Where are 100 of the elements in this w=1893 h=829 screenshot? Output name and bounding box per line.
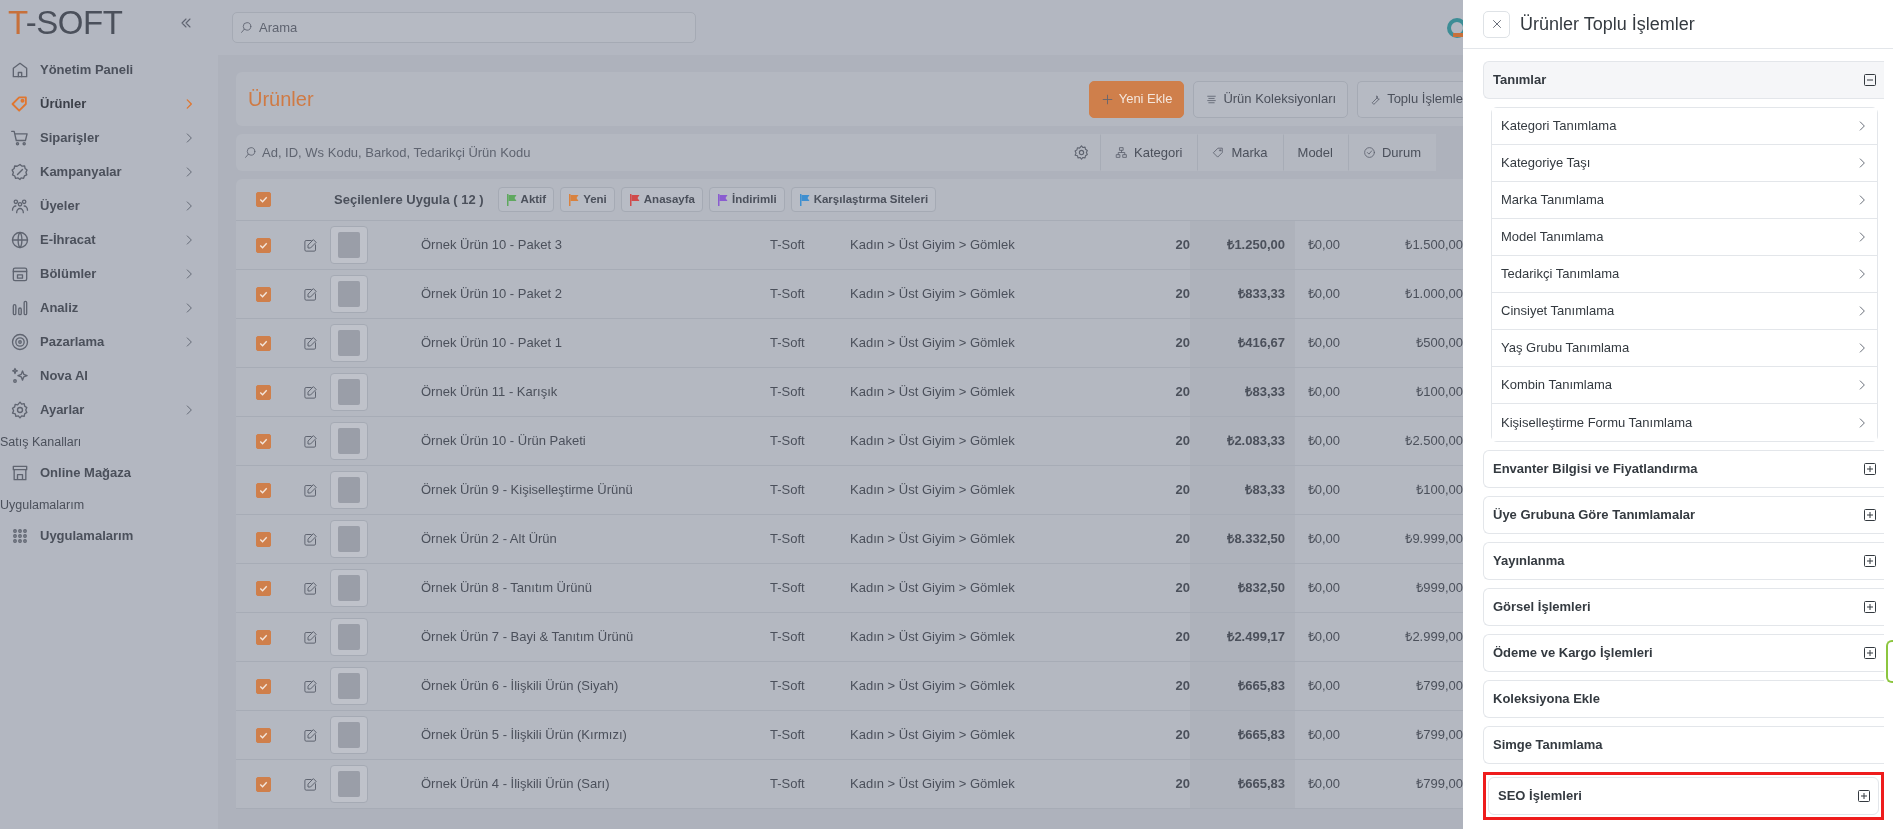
sidebar-item[interactable]: Siparişler	[0, 121, 218, 155]
table-cell-text: ₺999,00	[1416, 579, 1463, 598]
toolbar-button[interactable]: Toplu İşlemle	[1357, 80, 1463, 118]
accordion-header[interactable]: Koleksiyona Ekle	[1483, 680, 1884, 718]
sidebar-item[interactable]: Pazarlama	[0, 325, 218, 359]
product-name: Örnek Ürün 9 - Kişiselleştirme Ürünü	[421, 481, 633, 500]
table-cell-text: ₺0,00	[1307, 579, 1340, 598]
tag-button[interactable]: İndirimli	[708, 187, 785, 212]
table-cell-text: ₺833,33	[1238, 285, 1285, 304]
table-cell-text: 20	[1175, 334, 1190, 353]
filter-dropdown[interactable]: Model	[1282, 134, 1348, 171]
list-item[interactable]: Kategori Tanımlama	[1492, 108, 1877, 145]
tag-button[interactable]: Karşılaştırma Siteleri	[790, 187, 937, 212]
accordion-header[interactable]: Tanımlar	[1483, 61, 1884, 99]
accordion-header[interactable]: Görsel İşlemleri	[1483, 588, 1884, 626]
product-name: Örnek Ürün 10 - Paket 2	[421, 285, 562, 304]
sidebar-item[interactable]: Nova AI	[0, 359, 218, 393]
product-name: Örnek Ürün 2 - Alt Ürün	[421, 530, 557, 549]
accordion-header[interactable]: Simge Tanımlama	[1483, 726, 1884, 764]
product-name: Örnek Ürün 5 - İlişkili Ürün (Kırmızı)	[421, 726, 627, 745]
table-cell-text: T-Soft	[770, 677, 805, 696]
table-cell-text: T-Soft	[770, 383, 805, 402]
table-cell-text: T-Soft	[770, 432, 805, 451]
toolbar-button[interactable]: Ürün Koleksiyonları	[1193, 80, 1349, 118]
bulk-apply-label: Seçilenlere Uygula ( 12 )	[333, 190, 485, 209]
table-cell-text: ₺0,00	[1307, 285, 1340, 304]
sidebar-item[interactable]: E-İhracat	[0, 223, 218, 257]
table-cell-text: 20	[1175, 677, 1190, 696]
accordion-header[interactable]: Envanter Bilgisi ve Fiyatlandırma	[1483, 450, 1884, 488]
table-cell-text: 20	[1175, 432, 1190, 451]
table-cell-text: ₺0,00	[1307, 334, 1340, 353]
table-cell-text: 20	[1175, 579, 1190, 598]
tag-button[interactable]: Yeni	[560, 187, 615, 212]
filter-dropdown[interactable]: Marka	[1197, 134, 1283, 171]
table-cell-text: Kadın > Üst Giyim > Gömlek	[850, 285, 1015, 304]
search-field[interactable]: Arama	[232, 12, 696, 43]
table-cell-text: ₺2.999,00	[1405, 628, 1463, 647]
table-cell-text: T-Soft	[770, 236, 805, 255]
table-cell-text: T-Soft	[770, 334, 805, 353]
table-cell-text: ₺832,50	[1238, 579, 1285, 598]
table-cell-text: ₺0,00	[1307, 775, 1340, 794]
table-cell-text: Kadın > Üst Giyim > Gömlek	[850, 579, 1015, 598]
sidebar-item[interactable]: Ayarlar	[0, 393, 218, 427]
filter-dropdown[interactable]: Kategori	[1100, 134, 1198, 171]
table-cell-text: T-Soft	[770, 285, 805, 304]
table-cell-text: ₺0,00	[1307, 677, 1340, 696]
table-cell-text: 20	[1175, 726, 1190, 745]
table-cell-text: Kadın > Üst Giyim > Gömlek	[850, 383, 1015, 402]
tag-button[interactable]: Anasayfa	[620, 187, 703, 212]
table-cell-text: ₺2.499,17	[1227, 628, 1285, 647]
sidebar-section-title: Satış Kanalları	[0, 435, 82, 449]
accordion-header[interactable]: Üye Grubuna Göre Tanımlamalar	[1483, 496, 1884, 534]
sidebar-item[interactable]: Kampanyalar	[0, 155, 218, 189]
table-cell-text: ₺9.999,00	[1405, 530, 1463, 549]
table-cell-text: ₺665,83	[1238, 775, 1285, 794]
table-cell-text: ₺500,00	[1416, 334, 1463, 353]
product-search-field[interactable]: Ad, ID, Ws Kodu, Barkod, Tedarikçi Ürün Kodu	[236, 134, 1100, 171]
accordion-header[interactable]: Yayınlanma	[1483, 542, 1884, 580]
accordion-header[interactable]: SEO İşlemleri	[1488, 777, 1879, 815]
table-cell-text: ₺0,00	[1307, 481, 1340, 500]
sidebar-item[interactable]: Ürünler	[0, 87, 218, 121]
table-cell-text: ₺2.083,33	[1227, 432, 1285, 451]
table-cell-text: 20	[1175, 628, 1190, 647]
table-cell-text: ₺0,00	[1307, 530, 1340, 549]
table-cell-text: 20	[1175, 775, 1190, 794]
accordion-header[interactable]: Ödeme ve Kargo İşlemleri	[1483, 634, 1884, 672]
logo[interactable]: T-SOFT	[8, 6, 123, 39]
sidebar-item[interactable]: Yönetim Paneli	[0, 53, 218, 87]
table-cell-text: ₺665,83	[1238, 726, 1285, 745]
table-cell-text: Kadın > Üst Giyim > Gömlek	[850, 481, 1015, 500]
tag-button[interactable]: Aktif	[497, 187, 555, 212]
sidebar-item[interactable]: Online Mağaza	[0, 455, 218, 490]
table-cell-text: Kadın > Üst Giyim > Gömlek	[850, 726, 1015, 745]
product-name: Örnek Ürün 8 - Tanıtım Ürünü	[421, 579, 592, 598]
table-cell-text: ₺1.250,00	[1227, 236, 1285, 255]
table-cell-text: Kadın > Üst Giyim > Gömlek	[850, 677, 1015, 696]
table-cell-text: T-Soft	[770, 628, 805, 647]
table-cell-text: ₺1.000,00	[1405, 285, 1463, 304]
table-cell-text: ₺799,00	[1416, 726, 1463, 745]
table-cell-text: T-Soft	[770, 530, 805, 549]
table-cell-text: Kadın > Üst Giyim > Gömlek	[850, 530, 1015, 549]
table-cell-text: ₺799,00	[1416, 677, 1463, 696]
page-title: Ürünler	[248, 87, 314, 112]
product-name: Örnek Ürün 10 - Paket 1	[421, 334, 562, 353]
sidebar-item[interactable]: Üyeler	[0, 189, 218, 223]
table-cell-text: T-Soft	[770, 775, 805, 794]
table-cell-text: T-Soft	[770, 726, 805, 745]
sidebar-item[interactable]: Bölümler	[0, 257, 218, 291]
table-cell-text: ₺0,00	[1307, 236, 1340, 255]
sidebar-item[interactable]: Uygulamalarım	[0, 518, 218, 553]
table-cell-text: 20	[1175, 481, 1190, 500]
table-cell-text: Kadın > Üst Giyim > Gömlek	[850, 236, 1015, 255]
product-name: Örnek Ürün 6 - İlişkili Ürün (Siyah)	[421, 677, 619, 696]
sidebar-item[interactable]: Analiz	[0, 291, 218, 325]
table-cell-text: 20	[1175, 236, 1190, 255]
filter-dropdown[interactable]: Durum	[1347, 134, 1436, 171]
toolbar-button[interactable]: Yeni Ekle	[1088, 80, 1185, 118]
table-cell-text: T-Soft	[770, 481, 805, 500]
table-cell-text: T-Soft	[770, 579, 805, 598]
product-name: Örnek Ürün 10 - Ürün Paketi	[421, 432, 586, 451]
